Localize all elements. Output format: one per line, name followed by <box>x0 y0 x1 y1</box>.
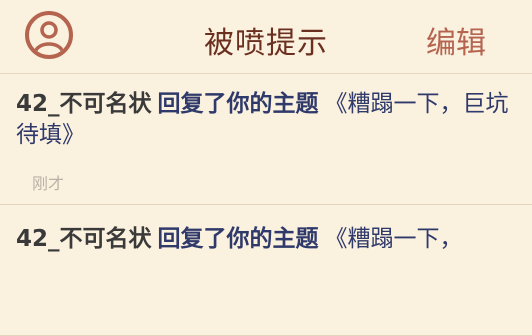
notification-list: 42_不可名状 回复了你的主题 《糟蹋一下，巨坑待填》 刚才 42_不可名状 回复了你… <box>0 74 532 336</box>
topic-link[interactable]: 《糟蹋一下， <box>325 226 463 252</box>
list-item[interactable]: 42_不可名状 回复了你的主题 《糟蹋一下， <box>0 205 532 336</box>
list-item[interactable]: 42_不可名状 回复了你的主题 《糟蹋一下，巨坑待填》 刚才 <box>0 74 532 205</box>
username[interactable]: 42_不可名状 <box>16 91 152 117</box>
action-text: 回复了你的主题 <box>157 91 319 117</box>
top-bar: 被喷提示 编辑 <box>0 0 532 74</box>
action-text: 回复了你的主题 <box>157 226 319 252</box>
notification-text: 42_不可名状 回复了你的主题 《糟蹋一下， <box>16 224 514 255</box>
notification-text: 42_不可名状 回复了你的主题 《糟蹋一下，巨坑待填》 <box>16 89 514 151</box>
timestamp: 刚才 <box>32 174 65 193</box>
edit-button[interactable]: 编辑 <box>426 18 486 62</box>
username[interactable]: 42_不可名状 <box>16 226 152 252</box>
